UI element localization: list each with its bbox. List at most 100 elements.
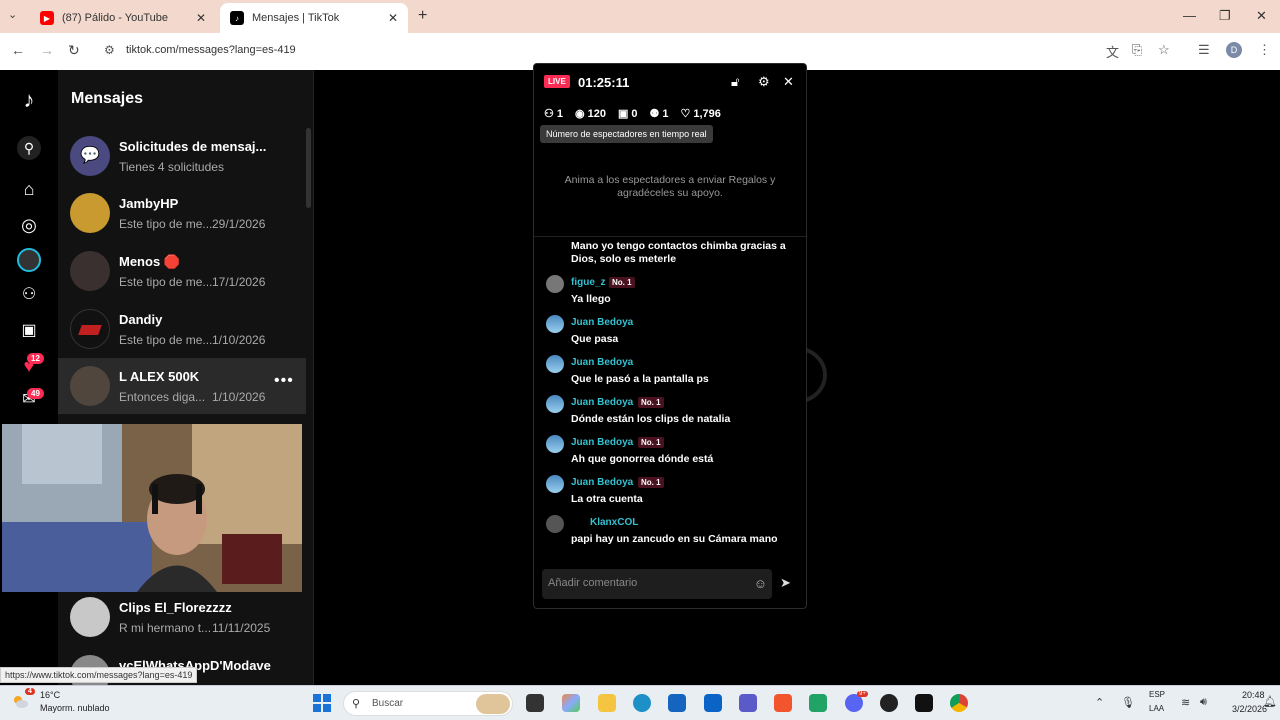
- chat-username[interactable]: figue_z: [571, 277, 605, 288]
- stat-views[interactable]: ◉ 120: [575, 107, 606, 121]
- weather-badge: 4: [25, 688, 35, 695]
- following-icon[interactable]: [17, 248, 41, 272]
- tab-youtube[interactable]: ▶ (87) Pálido - YouTube ✕: [30, 3, 216, 33]
- site-settings-icon[interactable]: ⚙: [104, 43, 115, 57]
- chat-username[interactable]: Juan Bedoya: [571, 397, 633, 408]
- clock-time[interactable]: 20:48: [1242, 690, 1265, 700]
- microphone-icon[interactable]: 🎙︎: [1121, 696, 1135, 709]
- wifi-icon[interactable]: ≋: [1181, 696, 1190, 709]
- forward-icon[interactable]: →: [40, 42, 54, 58]
- address-bar[interactable]: ⚙ tiktok.com/messages?lang=es-419: [96, 37, 1136, 65]
- notification-icon[interactable]: 🔔︎: [1263, 695, 1277, 708]
- chat-username[interactable]: Juan Bedoya: [571, 317, 633, 328]
- spreadsheet-icon[interactable]: [809, 694, 827, 712]
- outlook-icon[interactable]: [704, 694, 722, 712]
- reload-icon[interactable]: ↻: [68, 42, 80, 59]
- edge-icon[interactable]: [633, 694, 651, 712]
- keyboard-layout[interactable]: LAA: [1149, 704, 1164, 713]
- chat-username[interactable]: Juan Bedoya: [571, 357, 633, 368]
- install-icon[interactable]: ⎘: [1132, 42, 1142, 58]
- scrollbar[interactable]: [306, 128, 311, 208]
- conv-name: L ALEX 500K: [119, 369, 200, 384]
- home-icon[interactable]: ⌂: [17, 177, 41, 201]
- brave-icon[interactable]: [774, 694, 792, 712]
- task-view-icon[interactable]: [526, 694, 544, 712]
- webcam-overlay: [2, 424, 302, 592]
- chat-message: Juan Bedoya Que pasa: [546, 315, 796, 353]
- clock-date[interactable]: 3/2/2026: [1232, 704, 1267, 714]
- gear-icon[interactable]: ⚙: [758, 74, 770, 90]
- chat-text: Ah que gonorrea dónde está: [571, 453, 714, 465]
- close-icon[interactable]: ✕: [388, 11, 398, 25]
- copilot-icon[interactable]: [562, 694, 580, 712]
- conv-preview: R mi hermano t...: [119, 621, 212, 635]
- windows-start-icon[interactable]: [313, 694, 331, 712]
- tiktok-icon: ♪: [230, 11, 244, 25]
- chat-username[interactable]: Juan Bedoya: [571, 437, 633, 448]
- more-options-icon[interactable]: •••: [274, 372, 294, 390]
- conv-name: Dandiy: [119, 312, 163, 327]
- close-icon[interactable]: ✕: [196, 11, 206, 25]
- heart-icon: ♡: [680, 108, 691, 120]
- chat-username[interactable]: Juan Bedoya: [571, 477, 633, 488]
- chat-username[interactable]: KlanxCOL: [590, 517, 638, 528]
- tab-title: Mensajes | TikTok: [252, 12, 340, 24]
- lock-icon[interactable]: 🔓︎: [731, 74, 739, 90]
- tray-overflow-icon[interactable]: ⌃: [1095, 696, 1104, 709]
- language-code[interactable]: ESP: [1149, 690, 1165, 699]
- search-icon[interactable]: ⚲: [17, 136, 41, 160]
- reading-list-icon[interactable]: ☰: [1198, 42, 1210, 58]
- list-item[interactable]: Clips El_Florezzzz R mi hermano t... 11/…: [58, 589, 306, 645]
- new-tab-icon[interactable]: +: [418, 7, 427, 25]
- minimize-icon[interactable]: —: [1183, 8, 1196, 23]
- conv-preview: Este tipo de me...: [119, 333, 213, 347]
- tab-search-icon[interactable]: ⌄: [8, 8, 17, 21]
- store-icon[interactable]: [668, 694, 686, 712]
- tiktok-logo-icon[interactable]: ♪: [17, 88, 41, 112]
- close-icon[interactable]: ✕: [783, 74, 794, 90]
- volume-icon[interactable]: 🔊︎: [1200, 696, 1207, 709]
- rank-badge: No. 1: [638, 397, 664, 408]
- page-title: Mensajes: [71, 90, 144, 107]
- comment-placeholder: Añadir comentario: [548, 577, 638, 589]
- weather-icon[interactable]: [12, 693, 28, 709]
- teams-icon[interactable]: [739, 694, 757, 712]
- conv-name: Solicitudes de mensaj...: [119, 139, 267, 154]
- viewers-tooltip: Número de espectadores en tiempo real: [540, 125, 713, 143]
- stat-new-followers[interactable]: ⚉ 1: [650, 107, 669, 121]
- stat-likes[interactable]: ♡ 1,796: [680, 107, 721, 121]
- list-item[interactable]: L ALEX 500K Entonces diga... 1/10/2026 •…: [58, 358, 306, 414]
- messages-panel: Mensajes 💬 Solicitudes de mensaj... Tien…: [58, 70, 314, 695]
- explore-icon[interactable]: ◎: [17, 213, 41, 237]
- list-item[interactable]: Dandiy Este tipo de me... 1/10/2026: [58, 301, 306, 357]
- nav-rail: ♪ ⚲ ⌂ ◎ ⚇ ▣ ♥ 12 ✉ 49: [0, 70, 58, 685]
- window-close-icon[interactable]: ✕: [1256, 8, 1267, 24]
- list-item[interactable]: JambyHP Este tipo de me... 29/1/2026: [58, 185, 306, 241]
- obs-icon[interactable]: [880, 694, 898, 712]
- list-item[interactable]: Menos 🛑 Este tipo de me... 17/1/2026: [58, 243, 306, 299]
- avatar: [70, 193, 110, 233]
- translate-icon[interactable]: 文: [1106, 42, 1119, 61]
- rank-badge: No. 1: [638, 437, 664, 448]
- menu-icon[interactable]: ⋮: [1258, 42, 1271, 58]
- rank-badge: No. 1: [638, 477, 664, 488]
- restore-icon[interactable]: ❐: [1219, 8, 1231, 24]
- back-icon[interactable]: ←: [11, 42, 25, 58]
- stat-viewers[interactable]: ⚇ 1: [544, 107, 563, 121]
- emoji-icon[interactable]: ☺: [754, 576, 767, 591]
- live-icon[interactable]: ▣: [17, 319, 41, 343]
- bookmark-icon[interactable]: ☆: [1158, 42, 1170, 58]
- conv-name: Menos 🛑: [119, 254, 180, 269]
- tab-tiktok[interactable]: ♪ Mensajes | TikTok ✕: [220, 3, 408, 33]
- taskbar-search[interactable]: ⚲ Buscar: [343, 691, 513, 716]
- profile-avatar[interactable]: D: [1226, 42, 1242, 58]
- list-item[interactable]: 💬 Solicitudes de mensaj... Tienes 4 soli…: [58, 128, 306, 184]
- friends-icon[interactable]: ⚇: [17, 283, 41, 307]
- send-icon[interactable]: ➤: [780, 575, 791, 591]
- stat-gifts[interactable]: ▣ 0: [618, 107, 638, 121]
- file-explorer-icon[interactable]: [598, 694, 616, 712]
- chat-message: Mano yo tengo contactos chimba gracias a…: [571, 240, 786, 265]
- tiktok-app-icon[interactable]: [915, 694, 933, 712]
- comment-input[interactable]: Añadir comentario ☺: [542, 569, 772, 599]
- chrome-icon[interactable]: [950, 694, 968, 712]
